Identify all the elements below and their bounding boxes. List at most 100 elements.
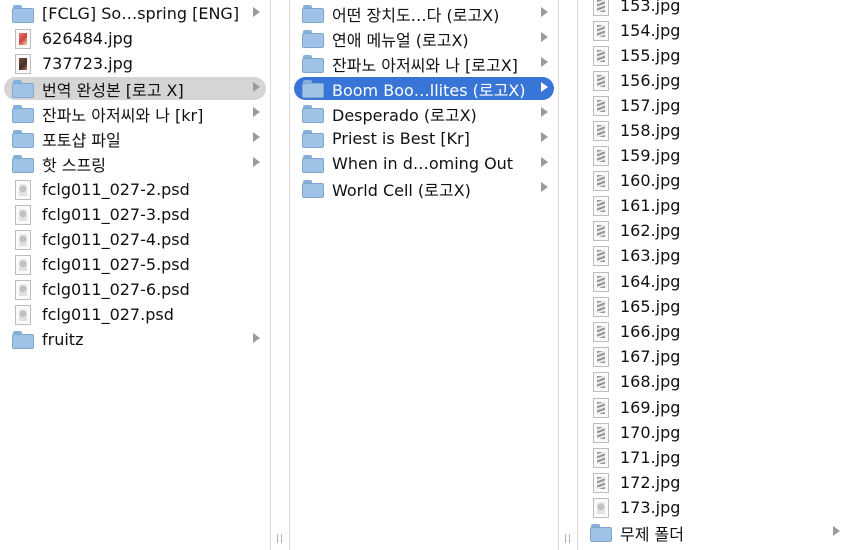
- list-item-file[interactable]: 156.jpg: [582, 69, 846, 92]
- item-label: When in d…oming Out: [332, 154, 514, 173]
- image-file-icon: [593, 371, 609, 392]
- list-item-file[interactable]: 172.jpg: [582, 471, 846, 494]
- image-file-icon: [593, 447, 609, 468]
- image-file-icon: [593, 70, 609, 91]
- list-item-folder[interactable]: 무제 폴더: [582, 521, 846, 544]
- resize-grip-icon[interactable]: ||: [276, 534, 284, 544]
- item-label: fclg011_027.psd: [42, 305, 174, 324]
- column-resize-gutter[interactable]: ||: [270, 0, 290, 550]
- list-item-file[interactable]: 160.jpg: [582, 169, 846, 192]
- item-label: 169.jpg: [620, 398, 681, 417]
- item-label: 162.jpg: [620, 221, 681, 240]
- finder-column-browser: [FCLG] So…spring [ENG] 626484.jpg 737723…: [0, 0, 850, 550]
- list-item-folder-selected[interactable]: 번역 완성본 [로고 X]: [4, 77, 266, 100]
- psd-file-icon: [15, 229, 31, 250]
- list-item-file[interactable]: 161.jpg: [582, 194, 846, 217]
- list-item-folder[interactable]: Priest is Best [Kr]: [294, 127, 554, 150]
- disclosure-arrow-icon: [541, 182, 548, 192]
- item-label: fclg011_027-5.psd: [42, 255, 190, 274]
- list-item-file[interactable]: 164.jpg: [582, 270, 846, 293]
- list-item-folder[interactable]: When in d…oming Out: [294, 152, 554, 175]
- disclosure-arrow-icon: [833, 526, 840, 536]
- list-item-file[interactable]: 159.jpg: [582, 144, 846, 167]
- list-item-file[interactable]: 162.jpg: [582, 219, 846, 242]
- list-item-file[interactable]: 626484.jpg: [4, 27, 266, 50]
- folder-icon: [302, 129, 324, 148]
- item-label: 번역 완성본 [로고 X]: [42, 80, 184, 100]
- list-item-folder[interactable]: 잔파노 아저씨와 나 [로고X]: [294, 52, 554, 75]
- folder-icon: [302, 29, 324, 48]
- list-item-folder[interactable]: 포토샵 파일: [4, 127, 266, 150]
- list-item-file[interactable]: fclg011_027.psd: [4, 303, 266, 326]
- list-item-file[interactable]: 166.jpg: [582, 320, 846, 343]
- list-item-folder[interactable]: [FCLG] So…spring [ENG]: [4, 2, 266, 25]
- item-label: 잔파노 아저씨와 나 [로고X]: [332, 55, 518, 75]
- list-item-file[interactable]: 158.jpg: [582, 119, 846, 142]
- list-item-file[interactable]: 153.jpg: [582, 0, 846, 17]
- list-item-folder[interactable]: World Cell (로고X): [294, 177, 554, 200]
- list-item-file[interactable]: 155.jpg: [582, 44, 846, 67]
- column-1[interactable]: [FCLG] So…spring [ENG] 626484.jpg 737723…: [0, 0, 270, 550]
- list-item-folder[interactable]: 어떤 장치도…다 (로고X): [294, 2, 554, 25]
- list-item-folder[interactable]: Desperado (로고X): [294, 102, 554, 125]
- folder-icon: [302, 154, 324, 173]
- list-item-file[interactable]: 171.jpg: [582, 446, 846, 469]
- disclosure-arrow-icon: [253, 157, 260, 167]
- list-item-file[interactable]: fclg011_027-5.psd: [4, 253, 266, 276]
- image-file-icon: [593, 422, 609, 443]
- list-item-file[interactable]: 154.jpg: [582, 19, 846, 42]
- item-label: Boom Boo…llites (로고X): [332, 80, 526, 100]
- list-item-folder-selected[interactable]: Boom Boo…llites (로고X): [294, 77, 554, 100]
- item-label: 159.jpg: [620, 146, 681, 165]
- item-label: 171.jpg: [620, 448, 681, 467]
- list-item-file[interactable]: 157.jpg: [582, 94, 846, 117]
- item-label: fclg011_027-2.psd: [42, 180, 190, 199]
- list-item-file[interactable]: 170.jpg: [582, 421, 846, 444]
- psd-file-icon: [15, 204, 31, 225]
- list-item-file[interactable]: fclg011_027-2.psd: [4, 178, 266, 201]
- column-resize-gutter[interactable]: ||: [558, 0, 578, 550]
- list-item-file[interactable]: 169.jpg: [582, 396, 846, 419]
- item-label: 170.jpg: [620, 423, 681, 442]
- item-label: fclg011_027-3.psd: [42, 205, 190, 224]
- image-file-icon: [15, 53, 31, 74]
- list-item-folder[interactable]: 잔파노 아저씨와 나 [kr]: [4, 102, 266, 125]
- list-item-file[interactable]: 163.jpg: [582, 244, 846, 267]
- folder-icon: [590, 523, 612, 542]
- item-label: fclg011_027-6.psd: [42, 280, 190, 299]
- list-item-file[interactable]: fclg011_027-3.psd: [4, 203, 266, 226]
- item-label: 158.jpg: [620, 121, 681, 140]
- image-file-icon: [593, 296, 609, 317]
- image-file-icon: [593, 346, 609, 367]
- item-label: 737723.jpg: [42, 54, 133, 73]
- disclosure-arrow-icon: [541, 57, 548, 67]
- item-label: 173.jpg: [620, 498, 681, 517]
- folder-icon: [12, 154, 34, 173]
- disclosure-arrow-icon: [253, 7, 260, 17]
- folder-icon: [302, 54, 324, 73]
- resize-grip-icon[interactable]: ||: [564, 534, 572, 544]
- list-item-file[interactable]: 167.jpg: [582, 345, 846, 368]
- list-item-folder[interactable]: fruitz: [4, 328, 266, 351]
- list-item-folder[interactable]: 핫 스프링: [4, 152, 266, 175]
- list-item-folder[interactable]: 연애 메뉴얼 (로고X): [294, 27, 554, 50]
- folder-icon: [302, 4, 324, 23]
- list-item-file[interactable]: 165.jpg: [582, 295, 846, 318]
- image-file-icon: [593, 95, 609, 116]
- list-item-file[interactable]: 173.jpg: [582, 496, 846, 519]
- item-label: World Cell (로고X): [332, 180, 471, 200]
- folder-icon: [12, 104, 34, 123]
- list-item-file[interactable]: 168.jpg: [582, 370, 846, 393]
- item-label: 153.jpg: [620, 0, 681, 15]
- list-item-file[interactable]: 737723.jpg: [4, 52, 266, 75]
- item-label: 161.jpg: [620, 196, 681, 215]
- disclosure-arrow-icon: [541, 82, 548, 92]
- disclosure-arrow-icon: [541, 32, 548, 42]
- column-3[interactable]: 153.jpg 154.jpg 155.jpg 156.jpg 157.jpg …: [578, 0, 850, 550]
- column-2[interactable]: 어떤 장치도…다 (로고X) 연애 메뉴얼 (로고X) 잔파노 아저씨와 나 […: [290, 0, 558, 550]
- list-item-file[interactable]: fclg011_027-4.psd: [4, 228, 266, 251]
- item-label: 156.jpg: [620, 71, 681, 90]
- list-item-file[interactable]: fclg011_027-6.psd: [4, 278, 266, 301]
- disclosure-arrow-icon: [541, 157, 548, 167]
- image-file-icon: [593, 271, 609, 292]
